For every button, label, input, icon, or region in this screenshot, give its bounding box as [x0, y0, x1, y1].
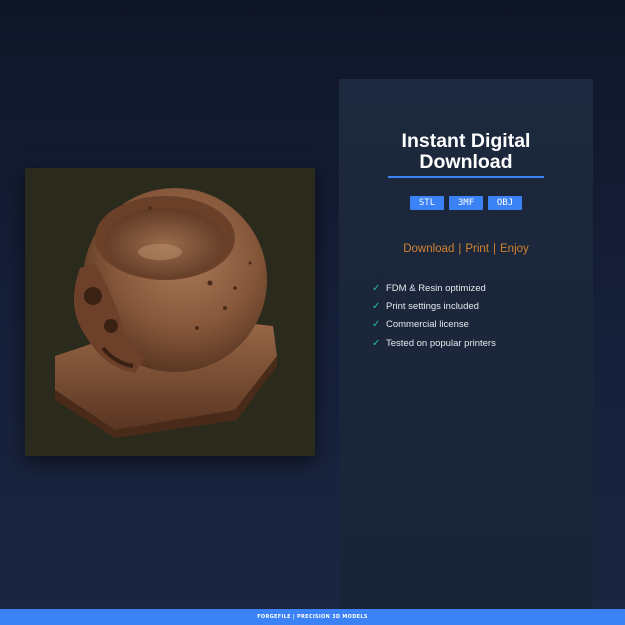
footer-text: FORGEFILE | PRECISION 3D MODELS [257, 614, 368, 620]
check-icon: ✓ [372, 337, 381, 349]
format-badge-stl[interactable]: STL [410, 196, 444, 210]
feature-label: Tested on popular printers [386, 337, 496, 349]
format-badge-3mf[interactable]: 3MF [449, 196, 483, 210]
feature-item: ✓ Print settings included [372, 297, 496, 315]
feature-label: FDM & Resin optimized [386, 282, 486, 294]
check-icon: ✓ [372, 282, 381, 294]
tagline: Download | Print | Enjoy [339, 243, 593, 255]
panel-title: Instant Digital Download [339, 131, 593, 173]
tagline-separator: | [458, 243, 462, 255]
info-panel: Instant Digital Download STL 3MF OBJ Dow… [339, 79, 593, 609]
format-badges: STL 3MF OBJ [339, 196, 593, 210]
tagline-download: Download [403, 243, 455, 255]
feature-item: ✓ FDM & Resin optimized [372, 279, 496, 297]
title-line-1: Instant Digital [401, 130, 531, 152]
check-icon: ✓ [372, 300, 381, 312]
tagline-enjoy: Enjoy [500, 243, 529, 255]
tagline-separator: | [493, 243, 497, 255]
footer-bar: FORGEFILE | PRECISION 3D MODELS [0, 609, 625, 625]
check-icon: ✓ [372, 319, 381, 331]
feature-item: ✓ Commercial license [372, 316, 496, 334]
feature-item: ✓ Tested on popular printers [372, 334, 496, 352]
title-line-2: Download [419, 151, 513, 173]
skull-planter-model-render [55, 188, 277, 438]
product-image [25, 168, 315, 456]
format-badge-obj[interactable]: OBJ [488, 196, 522, 210]
title-underline [388, 176, 544, 178]
feature-label: Commercial license [386, 319, 469, 331]
feature-list: ✓ FDM & Resin optimized ✓ Print settings i… [372, 279, 496, 352]
tagline-print: Print [465, 243, 490, 255]
feature-label: Print settings included [386, 300, 479, 312]
